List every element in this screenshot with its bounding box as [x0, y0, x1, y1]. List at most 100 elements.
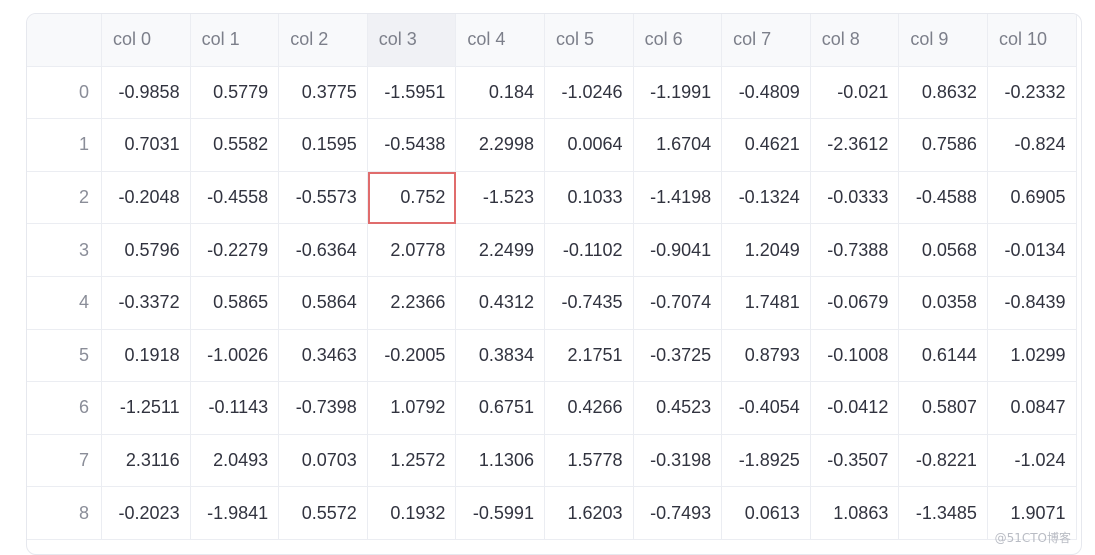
table-cell[interactable]: -1.0246	[544, 66, 634, 120]
table-cell[interactable]: 2.0493	[190, 434, 280, 488]
table-cell[interactable]: -0.1324	[722, 171, 811, 225]
column-header-10[interactable]: col 10	[987, 14, 1077, 67]
column-header-3[interactable]: col 3	[367, 14, 457, 67]
table-cell[interactable]: 2.1751	[544, 329, 634, 383]
table-cell[interactable]: -0.5438	[367, 119, 457, 172]
table-cell[interactable]: 2.2366	[367, 276, 457, 330]
table-cell[interactable]: 0.5864	[279, 276, 368, 330]
table-cell[interactable]: 0.5582	[190, 119, 280, 172]
column-header-9[interactable]: col 9	[899, 14, 988, 67]
table-cell[interactable]: -0.7074	[633, 276, 723, 330]
table-cell[interactable]: -0.5573	[279, 171, 368, 225]
table-cell[interactable]: 0.4312	[456, 276, 545, 330]
column-header-4[interactable]: col 4	[456, 14, 545, 67]
table-cell[interactable]: 0.6905	[987, 171, 1077, 225]
table-cell[interactable]: 0.3463	[279, 329, 368, 383]
table-cell[interactable]: 0.6144	[899, 329, 988, 383]
table-cell[interactable]: 0.5572	[279, 487, 368, 540]
table-cell[interactable]: 1.0299	[987, 329, 1077, 383]
table-cell[interactable]: -0.4588	[899, 171, 988, 225]
table-cell[interactable]: 0.7031	[102, 119, 191, 172]
table-cell[interactable]: -1.1991	[633, 66, 723, 120]
table-cell[interactable]: -0.3198	[633, 434, 723, 488]
table-cell[interactable]: -0.1008	[810, 329, 900, 383]
table-cell[interactable]: -1.024	[987, 434, 1077, 488]
table-cell[interactable]: 0.1918	[102, 329, 191, 383]
dataframe-table[interactable]: col 0 col 1 col 2 col 3 col 4 col 5 col 6 col 7…	[26, 13, 1082, 555]
table-cell[interactable]: 1.6203	[544, 487, 634, 540]
table-cell[interactable]: 0.6751	[456, 382, 545, 435]
table-cell[interactable]: -0.1102	[544, 224, 634, 277]
table-cell[interactable]: 0.8793	[722, 329, 811, 383]
table-cell[interactable]: 2.3116	[102, 434, 191, 488]
table-cell[interactable]: -0.2332	[987, 66, 1077, 120]
table-cell[interactable]: 1.5778	[544, 434, 634, 488]
table-cell[interactable]: 1.2049	[722, 224, 811, 277]
table-cell[interactable]: 0.0358	[899, 276, 988, 330]
table-cell[interactable]: -2.3612	[810, 119, 900, 172]
table-cell[interactable]: -0.4809	[722, 66, 811, 120]
table-cell[interactable]: 0.5796	[102, 224, 191, 277]
table-cell[interactable]: 1.0792	[367, 382, 457, 435]
table-cell[interactable]: 0.4523	[633, 382, 723, 435]
table-cell[interactable]: 0.5807	[899, 382, 988, 435]
table-cell[interactable]: 1.7481	[722, 276, 811, 330]
table-cell[interactable]: -1.2511	[102, 382, 191, 435]
table-cell[interactable]: -0.824	[987, 119, 1077, 172]
table-cell[interactable]: 0.8632	[899, 66, 988, 120]
table-cell[interactable]: -1.8925	[722, 434, 811, 488]
table-cell[interactable]: 0.3775	[279, 66, 368, 120]
table-cell[interactable]: 0.1932	[367, 487, 457, 540]
table-cell[interactable]: -0.3507	[810, 434, 900, 488]
table-cell[interactable]: 0.0613	[722, 487, 811, 540]
column-header-1[interactable]: col 1	[190, 14, 280, 67]
table-cell[interactable]: -0.7435	[544, 276, 634, 330]
table-cell[interactable]: 0.184	[456, 66, 545, 120]
column-header-2[interactable]: col 2	[279, 14, 368, 67]
table-cell[interactable]: 0.0064	[544, 119, 634, 172]
table-cell[interactable]: -1.0026	[190, 329, 280, 383]
table-cell[interactable]: 0.0568	[899, 224, 988, 277]
table-cell[interactable]: -1.5951	[367, 66, 457, 120]
table-cell[interactable]: 0.1033	[544, 171, 634, 225]
column-header-6[interactable]: col 6	[633, 14, 723, 67]
table-cell[interactable]: -1.4198	[633, 171, 723, 225]
table-cell[interactable]: -0.9858	[102, 66, 191, 120]
table-cell[interactable]: -0.1143	[190, 382, 280, 435]
table-cell[interactable]: 0.0847	[987, 382, 1077, 435]
table-cell[interactable]: -0.2279	[190, 224, 280, 277]
table-cell[interactable]: 0.5865	[190, 276, 280, 330]
table-cell[interactable]: -0.2005	[367, 329, 457, 383]
table-cell[interactable]: -0.2048	[102, 171, 191, 225]
table-cell[interactable]: 0.0703	[279, 434, 368, 488]
table-cell[interactable]: -0.0333	[810, 171, 900, 225]
table-cell[interactable]: 0.4621	[722, 119, 811, 172]
table-cell[interactable]: 0.7586	[899, 119, 988, 172]
table-cell[interactable]: -1.3485	[899, 487, 988, 540]
table-cell[interactable]: 0.4266	[544, 382, 634, 435]
table-cell[interactable]: 0.1595	[279, 119, 368, 172]
selected-table-cell[interactable]: 0.752	[367, 171, 457, 225]
column-header-5[interactable]: col 5	[544, 14, 634, 67]
table-cell[interactable]: -0.4054	[722, 382, 811, 435]
column-header-7[interactable]: col 7	[722, 14, 811, 67]
table-cell[interactable]: -0.7398	[279, 382, 368, 435]
table-cell[interactable]: -0.0412	[810, 382, 900, 435]
table-cell[interactable]: -0.6364	[279, 224, 368, 277]
table-cell[interactable]: 1.1306	[456, 434, 545, 488]
table-cell[interactable]: 1.2572	[367, 434, 457, 488]
table-cell[interactable]: -0.7388	[810, 224, 900, 277]
table-cell[interactable]: -0.4558	[190, 171, 280, 225]
table-cell[interactable]: 1.0863	[810, 487, 900, 540]
column-header-0[interactable]: col 0	[102, 14, 191, 67]
table-cell[interactable]: -0.5991	[456, 487, 545, 540]
table-cell[interactable]: -0.2023	[102, 487, 191, 540]
table-cell[interactable]: -0.7493	[633, 487, 723, 540]
table-cell[interactable]: 0.5779	[190, 66, 280, 120]
table-cell[interactable]: -0.3725	[633, 329, 723, 383]
table-cell[interactable]: -0.3372	[102, 276, 191, 330]
table-cell[interactable]: -1.9841	[190, 487, 280, 540]
table-cell[interactable]: 1.6704	[633, 119, 723, 172]
table-cell[interactable]: 2.2998	[456, 119, 545, 172]
table-cell[interactable]: -0.8221	[899, 434, 988, 488]
